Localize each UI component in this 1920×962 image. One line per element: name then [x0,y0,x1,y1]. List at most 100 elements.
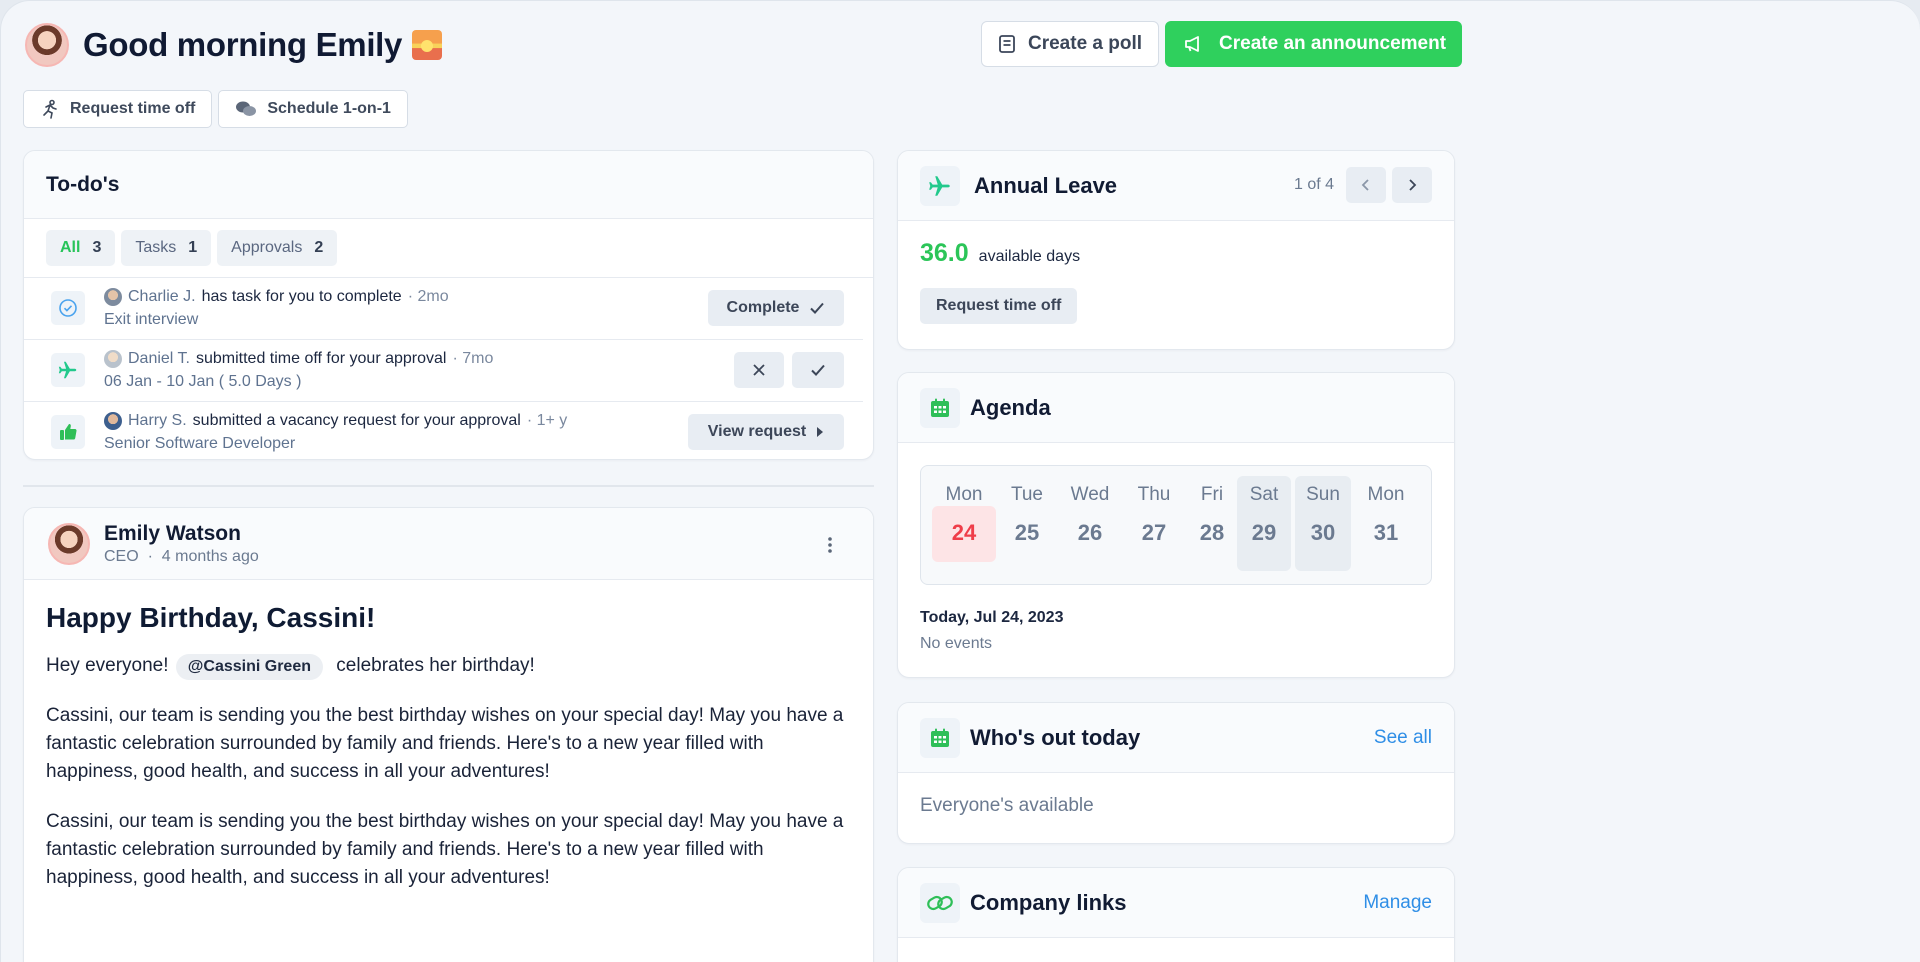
filter-approvals-label: Approvals [231,239,303,256]
create-poll-label: Create a poll [1028,33,1143,54]
agenda-card: Agenda Mon 24 Tue 25 Wed 26 Thu 27 Fri 2 [897,372,1455,678]
day-name: Tue [1010,484,1044,505]
chat-bubbles-icon [236,101,257,116]
page-header: Good morning Emily [25,23,443,67]
schedule-1on1-button[interactable]: Schedule 1-on-1 [218,90,408,128]
day-cell[interactable]: Mon 31 [1354,476,1418,571]
see-all-link[interactable]: See all [1374,727,1432,749]
annual-leave-card: Annual Leave 1 of 4 36.0 available days … [897,150,1455,350]
day-cell[interactable]: Tue 25 [995,476,1059,571]
app-frame: Good morning Emily Create a poll Create … [0,0,1920,962]
whos-out-title: Who's out today [970,724,1141,750]
running-person-icon [43,99,57,119]
prev-button[interactable] [1346,167,1386,203]
post-paragraph: Hey everyone! @Cassini Green celebrates … [46,652,851,680]
author-name[interactable]: Emily Watson [104,521,259,547]
todos-title: To-do's [46,172,120,196]
filter-tasks[interactable]: Tasks 1 [121,230,212,266]
todo-ago: · 2mo [407,288,449,305]
filter-approvals[interactable]: Approvals 2 [217,230,338,266]
quick-actions: Request time off Schedule 1-on-1 [23,90,408,128]
todo-ago: · 7mo [452,350,494,367]
manage-link[interactable]: Manage [1363,892,1432,914]
day-cell[interactable]: Thu 27 [1122,476,1186,571]
todo-text: Harry S. submitted a vacancy request for… [104,409,567,455]
todos-card: To-do's All 3 Tasks 1 Approvals 2 Charli… [23,150,874,460]
sunrise-emoji-icon [412,30,443,60]
view-request-button[interactable]: View request [688,414,844,450]
day-number: 26 [1077,520,1103,545]
todo-row-task: Charlie J. has task for you to complete … [24,278,863,340]
day-name: Wed [1070,484,1110,505]
post-intro: Hey everyone! [46,655,169,676]
day-number: 29 [1251,520,1277,545]
agenda-today: Today, Jul 24, 2023 [920,609,1064,626]
approve-button[interactable] [792,352,844,388]
post-intro-tail: celebrates her birthday! [336,655,535,676]
day-number: 31 [1373,520,1399,545]
create-poll-button[interactable]: Create a poll [981,21,1160,67]
avatar[interactable] [48,522,90,565]
airplane-icon [51,353,85,387]
filter-all[interactable]: All 3 [46,230,116,266]
filter-all-count: 3 [92,239,102,256]
request-time-off-card-button[interactable]: Request time off [920,288,1078,324]
author-role: CEO [104,547,139,565]
todo-who[interactable]: Charlie J. [128,285,196,308]
day-number: 30 [1310,520,1336,545]
post-title: Happy Birthday, Cassini! [46,602,376,633]
calendar-icon [920,717,960,758]
megaphone-icon [1185,36,1199,52]
todo-sub: Senior Software Developer [104,435,296,452]
leave-header: Annual Leave 1 of 4 [898,151,1454,221]
whos-out-card: Who's out today See all Everyone's avail… [897,702,1455,844]
feed-divider [23,485,874,487]
post-author: Emily Watson CEO · 4 months ago [104,521,259,567]
todo-who[interactable]: Harry S. [128,409,187,432]
next-button[interactable] [1392,167,1432,203]
post-paragraph: Cassini, our team is sending you the bes… [46,811,844,888]
complete-label: Complete [726,299,800,316]
avatar [104,349,122,368]
day-name: Sat [1249,484,1279,505]
airplane-icon [920,165,960,206]
filter-approvals-count: 2 [314,239,324,256]
user-avatar[interactable] [25,23,69,67]
avatar [104,411,122,430]
day-name: Mon [945,484,983,505]
caret-right-icon [817,427,824,437]
todo-sub: 06 Jan - 10 Jan ( 5.0 Days ) [104,373,302,390]
request-time-off-button[interactable]: Request time off [23,90,213,128]
reject-button[interactable] [734,352,784,388]
day-cell[interactable]: Wed 26 [1058,476,1122,571]
filter-tasks-label: Tasks [135,239,177,256]
leave-title: Annual Leave [974,172,1118,198]
todo-ago: · 1+ y [526,412,568,429]
todo-row-time-off: Daniel T. submitted time off for your ap… [24,340,863,402]
todo-sub: Exit interview [104,311,199,328]
todo-text: Charlie J. has task for you to complete … [104,285,449,331]
day-name: Thu [1137,484,1171,505]
days-number: 36.0 [920,239,969,267]
schedule-1on1-label: Schedule 1-on-1 [267,100,391,117]
day-cell[interactable]: Mon 24 [932,476,996,571]
post-body: Happy Birthday, Cassini! Hey everyone! @… [24,580,873,936]
leave-pager: 1 of 4 [1294,167,1432,203]
day-number: 28 [1199,520,1225,545]
day-cell[interactable]: Sat 29 [1237,476,1291,571]
day-name: Mon [1367,484,1405,505]
post-header: Emily Watson CEO · 4 months ago [24,508,873,580]
link-icon [920,882,960,923]
kebab-menu-icon[interactable] [827,536,833,559]
day-cell[interactable]: Sun 30 [1295,476,1351,571]
author-meta: CEO · 4 months ago [104,547,259,567]
create-announcement-button[interactable]: Create an announcement [1165,21,1463,67]
company-links-card: Company links Manage [897,867,1455,962]
todo-who[interactable]: Daniel T. [128,347,190,370]
mention-chip[interactable]: @Cassini Green [175,654,323,680]
agenda-header: Agenda [898,373,1454,443]
request-time-off-label: Request time off [70,100,196,117]
day-cell[interactable]: Fri 28 [1180,476,1244,571]
complete-button[interactable]: Complete [708,290,844,326]
avatar [104,287,122,306]
